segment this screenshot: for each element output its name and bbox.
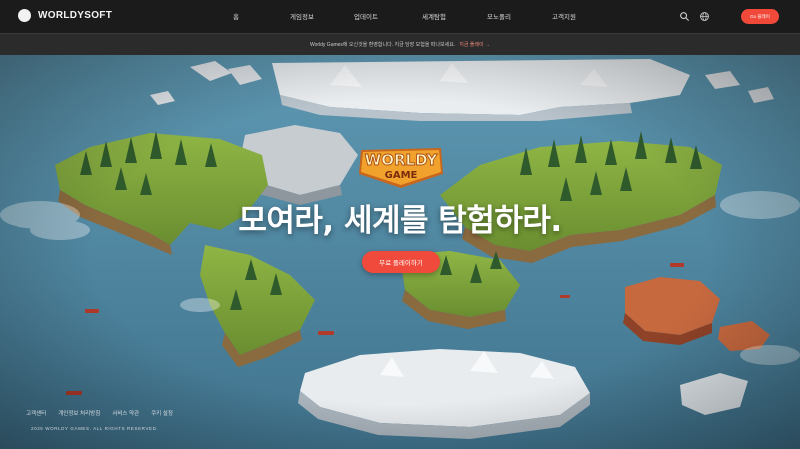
footer-links: 고객센터 개인정보 처리방침 서비스 약관 쿠키 설정 xyxy=(26,409,173,417)
footer-link-support[interactable]: 고객센터 xyxy=(26,409,46,417)
footer-link-privacy[interactable]: 개인정보 처리방침 xyxy=(58,409,100,417)
nav-item-monopoly[interactable]: 모노폴리 xyxy=(487,11,511,21)
globe-icon[interactable] xyxy=(699,11,710,22)
hero-section: WORLDY GAME 모여라, 세계를 탐험하라. 무료 플레이하기 고객센터… xyxy=(0,55,800,449)
search-icon[interactable] xyxy=(679,11,690,22)
worldy-game-logo: WORLDY GAME xyxy=(359,148,443,188)
footer-link-cookies[interactable]: 쿠키 설정 xyxy=(151,409,173,417)
logo-word-2: GAME xyxy=(385,170,418,181)
free-play-button[interactable]: 무료 플레이하기 xyxy=(362,251,440,273)
hero-headline: 모여라, 세계를 탐험하라. xyxy=(238,203,562,239)
logo-word-1: WORLDY xyxy=(365,151,439,169)
header-play-button[interactable]: Go 플레이 xyxy=(741,9,779,24)
nav-item-updates[interactable]: 업데이트 xyxy=(354,11,378,21)
announcement-text: Worldy Games에 오신것을 환영합니다. 지금 당장 모험을 떠나보세… xyxy=(309,42,456,48)
nav-item-support[interactable]: 고객지원 xyxy=(552,11,576,21)
nav-item-explore[interactable]: 세계탐험 xyxy=(422,11,446,21)
nav-item-game-info[interactable]: 게임정보 xyxy=(290,11,314,21)
copyright-text: 2025 WORLDY GAMES. ALL RIGHTS RESERVED. xyxy=(31,426,159,431)
top-navigation: WORLDYSOFT 홈 게임정보 업데이트 세계탐험 모노폴리 고객지원 Go… xyxy=(0,0,800,33)
footer-link-terms[interactable]: 서비스 약관 xyxy=(112,409,139,417)
nav-item-home[interactable]: 홈 xyxy=(233,11,239,21)
announcement-bar: Worldy Games에 오신것을 환영합니다. 지금 당장 모험을 떠나보세… xyxy=(0,33,800,55)
announcement-link[interactable]: 지금 플레이 → xyxy=(459,41,490,48)
